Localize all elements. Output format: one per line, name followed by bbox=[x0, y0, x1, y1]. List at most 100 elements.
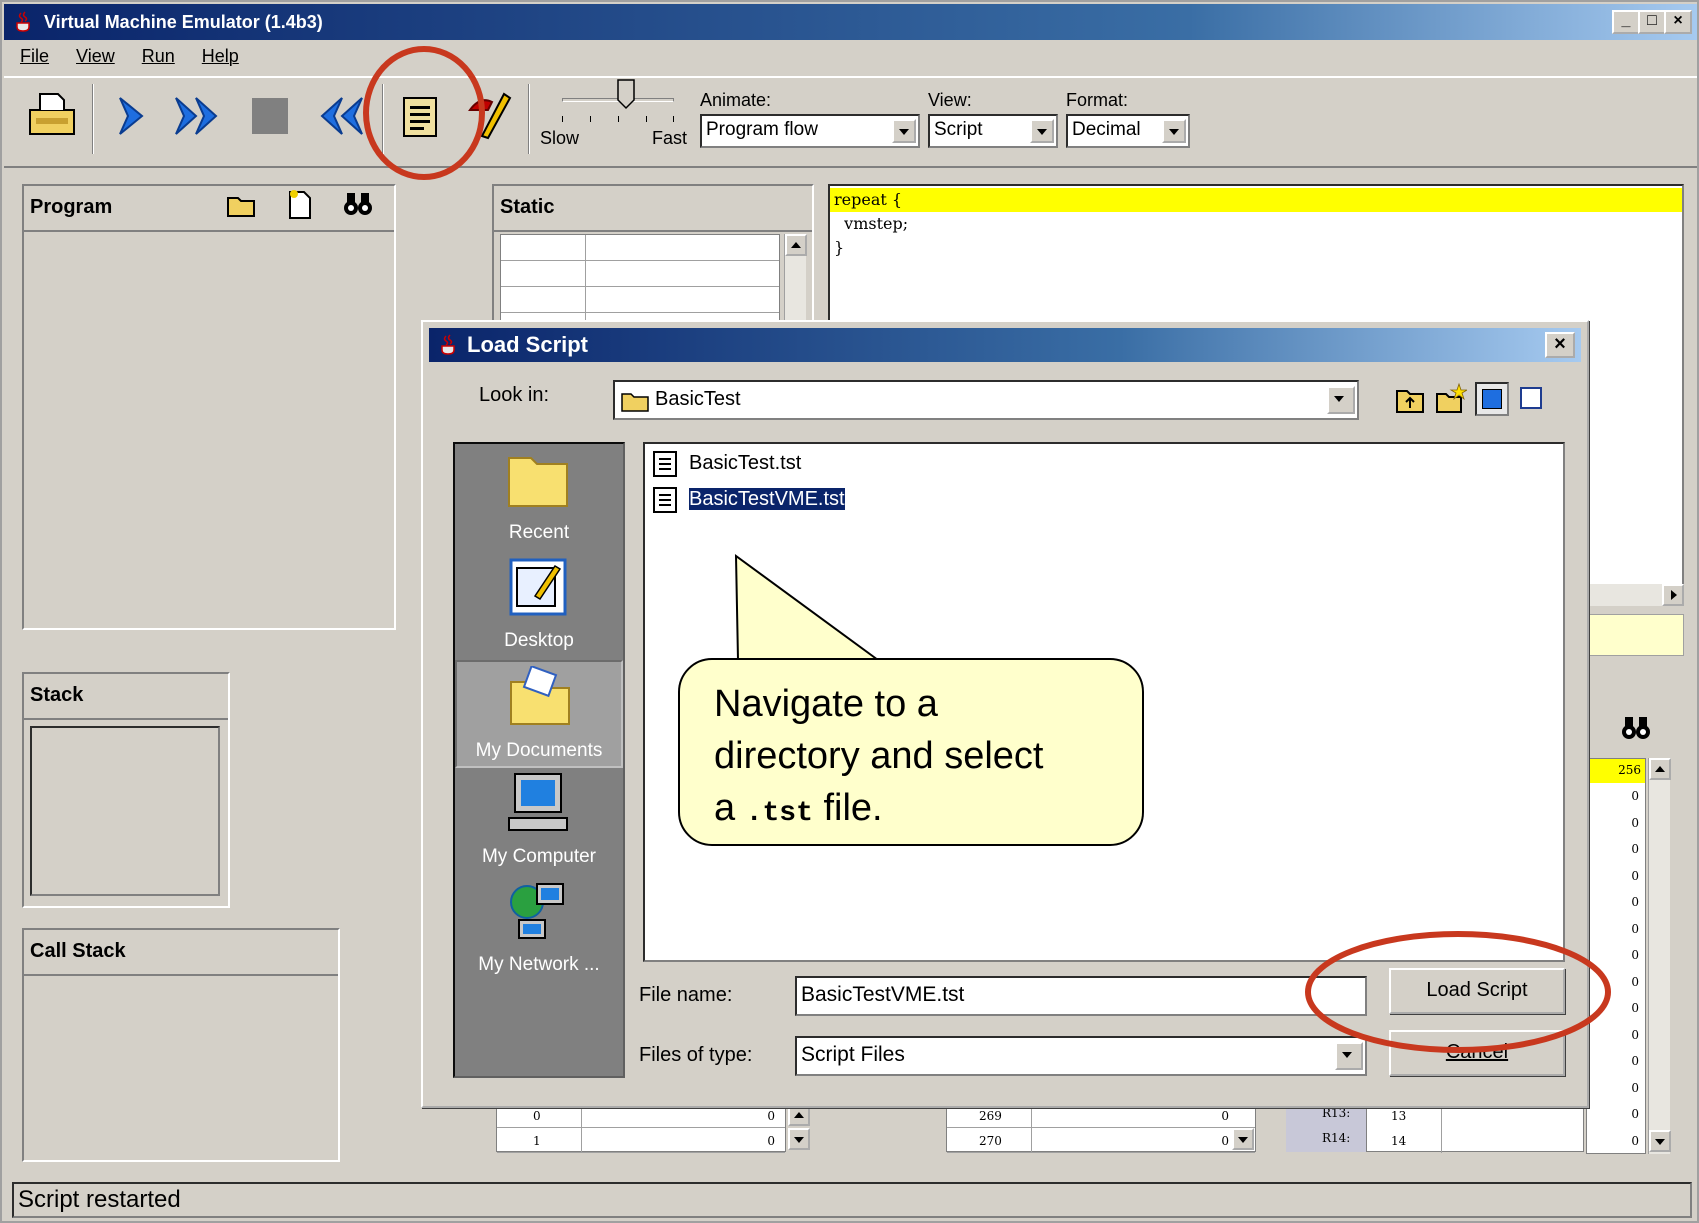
place-label: My Network ... bbox=[478, 954, 600, 975]
ram-scrollbar[interactable] bbox=[1648, 758, 1671, 1154]
place-recent[interactable]: Recent bbox=[455, 444, 623, 552]
file-item[interactable]: BasicTest.tst bbox=[649, 448, 805, 480]
chevron-down-icon[interactable] bbox=[1162, 119, 1186, 143]
java-cup-icon bbox=[16, 11, 30, 32]
network-icon bbox=[510, 883, 564, 939]
format-label: Format: bbox=[1066, 90, 1129, 110]
file-name-input[interactable]: BasicTestVME.tst bbox=[795, 976, 1367, 1016]
list-view-icon[interactable] bbox=[1475, 382, 1509, 416]
script-line: repeat { bbox=[834, 190, 903, 209]
stop-icon[interactable] bbox=[252, 98, 288, 134]
callout-text: Navigate to a directory and select a .ts… bbox=[714, 678, 1134, 840]
place-my-computer[interactable]: My Computer bbox=[455, 768, 623, 876]
register-table[interactable]: 13 14 bbox=[1366, 1102, 1584, 1153]
up-folder-icon[interactable] bbox=[1395, 386, 1425, 414]
close-icon[interactable]: × bbox=[1545, 332, 1575, 358]
load-program-icon[interactable] bbox=[26, 88, 78, 138]
column-divider bbox=[581, 1103, 582, 1153]
register-name: R14: bbox=[1322, 1131, 1351, 1145]
view-select[interactable]: Script bbox=[928, 114, 1058, 148]
format-select[interactable]: Decimal bbox=[1066, 114, 1190, 148]
animate-select[interactable]: Program flow bbox=[700, 114, 920, 148]
menu-run[interactable]: Run bbox=[142, 46, 175, 66]
place-my-documents[interactable]: My Documents bbox=[455, 660, 623, 768]
program-panel-title: Program bbox=[30, 196, 113, 218]
main-window: Virtual Machine Emulator (1.4b3) _ □ × F… bbox=[0, 0, 1699, 1223]
register-name: R13: bbox=[1322, 1106, 1351, 1120]
status-bar: Script restarted bbox=[12, 1182, 1692, 1218]
binoculars-icon[interactable] bbox=[1620, 714, 1652, 742]
chevron-down-icon[interactable] bbox=[1327, 386, 1355, 414]
ram-value: 0 bbox=[1631, 921, 1639, 936]
script-line: } bbox=[834, 238, 845, 257]
look-in-label: Look in: bbox=[479, 384, 550, 406]
files-of-type-label: Files of type: bbox=[639, 1044, 753, 1066]
look-in-select[interactable]: BasicTest bbox=[613, 380, 1359, 420]
view-label: View: bbox=[928, 90, 972, 110]
ram-value: 0 bbox=[1631, 815, 1639, 830]
scroll-up-button[interactable] bbox=[1649, 758, 1671, 780]
stack-list[interactable] bbox=[30, 726, 220, 896]
status-text: Script restarted bbox=[18, 1186, 181, 1213]
chevron-down-icon[interactable] bbox=[892, 119, 916, 143]
new-file-icon[interactable] bbox=[286, 188, 314, 220]
static-bottom-table[interactable]: 0 0 1 0 bbox=[496, 1102, 786, 1153]
ram-value: 0 bbox=[1631, 868, 1639, 883]
slider-fast-label: Fast bbox=[652, 128, 688, 148]
static-panel-title: Static bbox=[500, 196, 555, 218]
table-row[interactable] bbox=[501, 235, 779, 261]
menu-help[interactable]: Help bbox=[202, 46, 239, 66]
open-folder-icon[interactable] bbox=[226, 192, 256, 218]
column-divider bbox=[1031, 1103, 1032, 1153]
row-index: 0 bbox=[533, 1109, 541, 1123]
script-hscroll[interactable] bbox=[1586, 584, 1684, 606]
file-name: BasicTest.tst bbox=[689, 452, 802, 474]
place-my-network[interactable]: My Network ... bbox=[455, 876, 623, 984]
binoculars-icon[interactable] bbox=[342, 190, 374, 218]
panel-divider bbox=[494, 230, 812, 232]
memory-bottom-table[interactable]: 269 0 270 0 bbox=[946, 1102, 1256, 1153]
ram-value: 0 bbox=[1631, 1080, 1639, 1095]
row-index: 269 bbox=[979, 1109, 1002, 1123]
table-row[interactable]: 1 0 bbox=[497, 1128, 785, 1153]
menu-file[interactable]: File bbox=[20, 46, 49, 66]
file-item-selected[interactable]: BasicTestVME.tst bbox=[649, 484, 849, 516]
maximize-button[interactable]: □ bbox=[1638, 10, 1666, 34]
ram-value: 0 bbox=[1631, 789, 1639, 803]
window-title: Virtual Machine Emulator (1.4b3) bbox=[44, 12, 323, 32]
table-row[interactable] bbox=[501, 261, 779, 287]
minimize-button[interactable]: _ bbox=[1612, 10, 1640, 34]
my-documents-icon bbox=[510, 666, 570, 725]
toolbar-separator bbox=[92, 84, 94, 154]
speed-slider-thumb[interactable] bbox=[616, 78, 636, 110]
panel-divider bbox=[24, 230, 394, 232]
files-of-type-select[interactable]: Script Files bbox=[795, 1036, 1367, 1076]
scroll-down-button[interactable] bbox=[1232, 1128, 1254, 1150]
single-step-icon[interactable] bbox=[114, 94, 150, 138]
desktop-icon bbox=[509, 558, 567, 616]
row-value: 0 bbox=[767, 1134, 775, 1148]
fast-forward-icon[interactable] bbox=[172, 94, 228, 138]
scroll-down-button[interactable] bbox=[1649, 1130, 1671, 1152]
row-value: 0 bbox=[1221, 1109, 1229, 1123]
current-line-highlight bbox=[830, 188, 1682, 212]
chevron-down-icon[interactable] bbox=[1030, 119, 1054, 143]
close-button[interactable]: × bbox=[1664, 10, 1692, 34]
scroll-up-button[interactable] bbox=[785, 234, 807, 256]
place-desktop[interactable]: Desktop bbox=[455, 552, 623, 660]
places-bar: Recent Desktop My Documents My Computer … bbox=[453, 442, 625, 1078]
scroll-down-button[interactable] bbox=[788, 1128, 810, 1150]
register-value: 13 bbox=[1391, 1109, 1407, 1123]
ram-value: 0 bbox=[1631, 1001, 1639, 1015]
new-folder-icon[interactable] bbox=[1435, 382, 1467, 414]
title-bar: Virtual Machine Emulator (1.4b3) _ □ × bbox=[4, 4, 1697, 40]
details-view-icon[interactable] bbox=[1515, 382, 1549, 416]
scroll-right-button[interactable] bbox=[1662, 584, 1684, 606]
call-stack-panel-title: Call Stack bbox=[30, 940, 126, 962]
dialog-title: Load Script bbox=[467, 332, 589, 357]
menu-view[interactable]: View bbox=[76, 46, 115, 66]
table-row[interactable] bbox=[501, 287, 779, 313]
table-row[interactable]: 270 0 bbox=[947, 1128, 1255, 1153]
call-stack-panel: Call Stack bbox=[22, 928, 340, 1162]
ram-value: 0 bbox=[1631, 1027, 1639, 1042]
